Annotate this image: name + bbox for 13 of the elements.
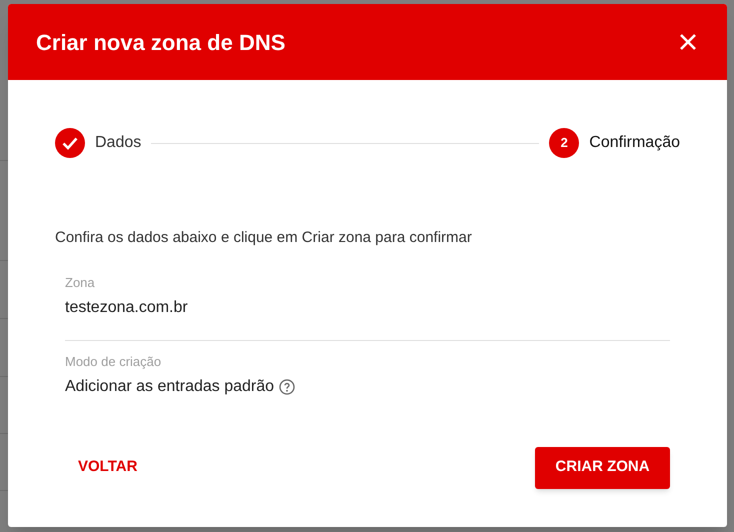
field-value: testezona.com.br <box>65 298 188 318</box>
field-value: Adicionar as entradas padrão <box>65 376 274 396</box>
help-icon[interactable] <box>279 378 296 394</box>
back-button[interactable]: VOLTAR <box>68 446 148 488</box>
close-icon[interactable] <box>679 33 697 51</box>
dialog-title: Criar nova zona de DNS <box>36 28 286 56</box>
step-label: Dados <box>95 133 142 153</box>
step-label: Confirmação <box>589 133 680 153</box>
field-label: Modo de criação <box>65 352 162 370</box>
instruction-text: Confira os dados abaixo e clique em Criar zona para confirmar <box>55 228 473 248</box>
create-button[interactable]: CRIAR ZONA <box>535 446 670 488</box>
field-label: Zona <box>65 274 96 292</box>
step-number: 2 <box>549 128 580 158</box>
